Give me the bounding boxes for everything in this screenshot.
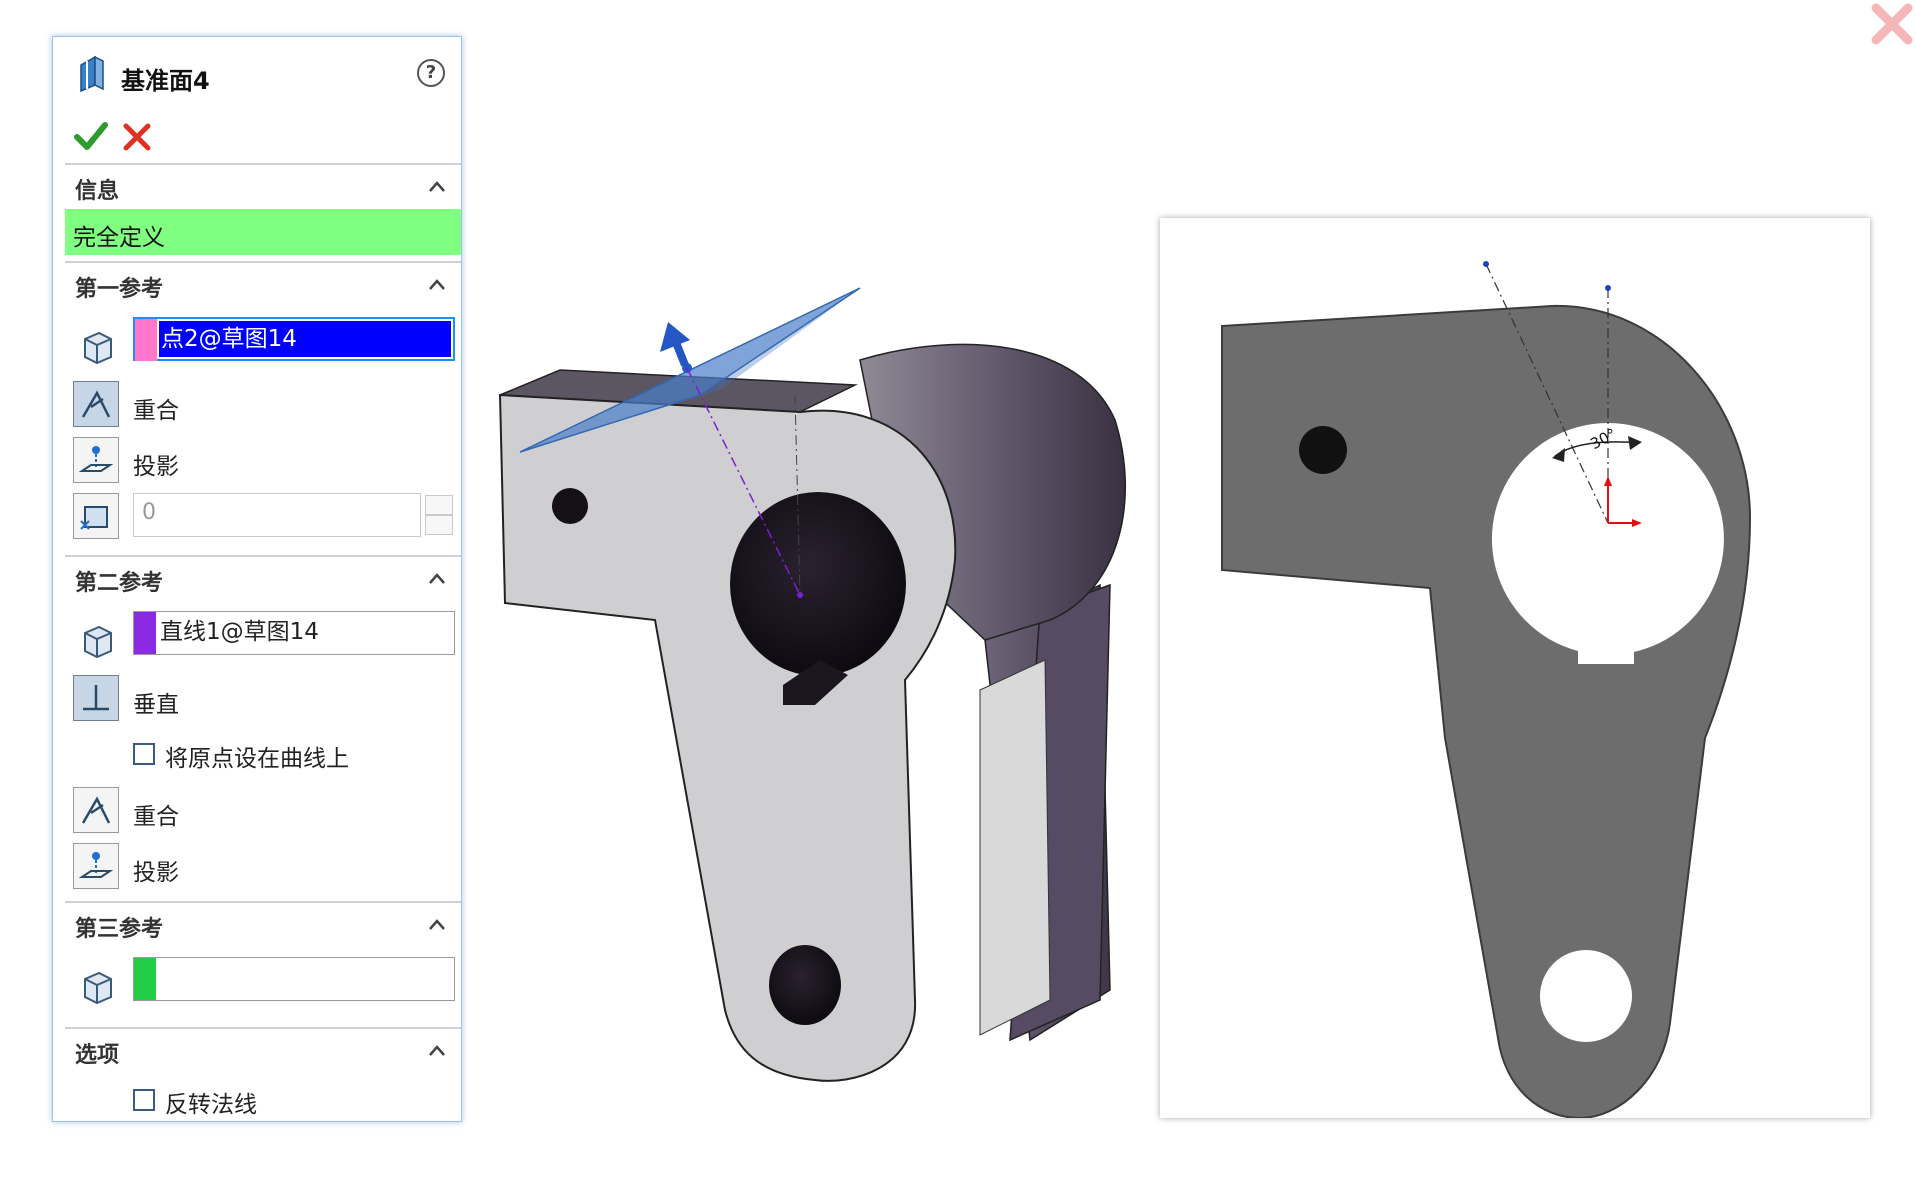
first-ref-option-coincident-label: 重合	[133, 398, 179, 424]
collapse-chevron-icon[interactable]	[427, 915, 447, 935]
ok-icon[interactable]	[73, 119, 109, 155]
section-options-header[interactable]: 选项	[65, 1027, 461, 1073]
first-ref-distance-button[interactable]	[73, 493, 119, 539]
first-ref-selection-value: 点2@草图14	[159, 321, 451, 357]
origin-on-curve-label: 将原点设在曲线上	[165, 746, 349, 772]
project-icon	[79, 852, 113, 878]
panel-title: 基准面4	[121, 67, 210, 95]
section-third-ref-label: 第三参考	[75, 917, 164, 942]
spin-down-button[interactable]	[425, 515, 453, 535]
collapse-chevron-icon[interactable]	[427, 275, 447, 295]
second-ref-project-button[interactable]	[73, 843, 119, 889]
plane-normal-arrow-icon[interactable]	[660, 322, 692, 373]
second-ref-perpendicular-button[interactable]	[73, 675, 119, 721]
second-ref-selection-value: 直线1@草图14	[160, 619, 319, 645]
cancel-icon[interactable]	[121, 121, 153, 153]
coincident-icon	[81, 390, 111, 418]
origin-on-curve-checkbox[interactable]	[133, 743, 155, 765]
second-ref-selection-box[interactable]: 直线1@草图14	[133, 611, 455, 655]
section-second-ref-header[interactable]: 第二参考	[65, 555, 461, 601]
part-3d-model[interactable]	[498, 343, 1126, 1082]
collapse-chevron-icon[interactable]	[427, 569, 447, 589]
help-icon[interactable]: ?	[417, 59, 445, 87]
sketch-preview-card: 30°	[1160, 218, 1870, 1120]
collapse-chevron-icon[interactable]	[427, 177, 447, 197]
second-ref-coincident-button[interactable]	[73, 787, 119, 833]
first-ref-coincident-button[interactable]	[73, 381, 119, 427]
second-ref-option-project-label: 投影	[133, 860, 179, 886]
status-bar: 完全定义	[65, 209, 461, 255]
second-ref-option-coincident-label: 重合	[133, 804, 179, 830]
perpendicular-icon	[83, 685, 109, 711]
close-icon[interactable]	[1871, 3, 1913, 45]
reference-entity-icon	[84, 331, 112, 365]
collapse-chevron-icon[interactable]	[427, 1041, 447, 1061]
first-ref-selection-box[interactable]: 点2@草图14	[133, 317, 455, 361]
third-ref-selection-box[interactable]	[133, 957, 455, 1001]
section-options-label: 选项	[75, 1043, 120, 1068]
datum-plane-icon	[80, 55, 104, 93]
spin-up-button[interactable]	[425, 495, 453, 515]
flip-normal-label: 反转法线	[165, 1092, 257, 1118]
reference-entity-icon	[84, 625, 112, 659]
section-first-ref-header[interactable]: 第一参考	[65, 261, 461, 307]
second-ref-option-perpendicular-label: 垂直	[133, 692, 179, 718]
section-first-ref-label: 第一参考	[75, 277, 164, 302]
reference-entity-icon	[84, 971, 112, 1005]
project-icon	[79, 446, 113, 472]
status-text: 完全定义	[73, 225, 165, 251]
first-ref-project-button[interactable]	[73, 437, 119, 483]
property-manager-panel: 基准面4 ? 信息 完全定义 第一参考 点2@草图14 重合 投影 0 第二参考…	[52, 36, 462, 1122]
section-third-ref-header[interactable]: 第三参考	[65, 901, 461, 947]
section-second-ref-label: 第二参考	[75, 571, 164, 596]
coincident-icon	[81, 796, 111, 824]
section-info-header[interactable]: 信息	[65, 163, 461, 209]
first-ref-distance-value: 0	[142, 500, 156, 525]
distance-icon	[80, 506, 108, 530]
first-ref-option-project-label: 投影	[133, 454, 179, 480]
third-ref-selection-value	[158, 960, 452, 996]
third-ref-color-swatch	[134, 958, 156, 1000]
flip-normal-checkbox[interactable]	[133, 1089, 155, 1111]
second-ref-color-swatch	[134, 612, 156, 654]
first-ref-distance-input[interactable]: 0	[133, 493, 421, 537]
sketch-preview-drawing	[1221, 261, 1752, 1120]
section-info-label: 信息	[75, 179, 120, 204]
panel-header: 基准面4 ?	[53, 37, 461, 151]
first-ref-color-swatch	[135, 319, 157, 361]
